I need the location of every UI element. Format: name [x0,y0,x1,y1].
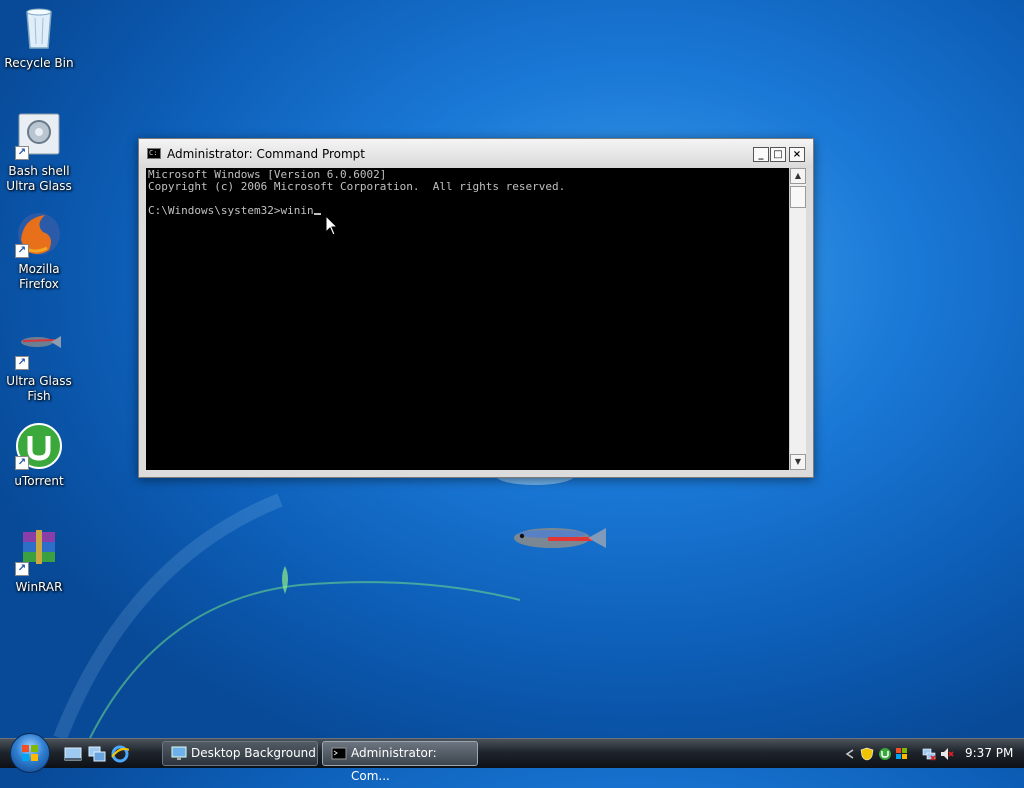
taskbar-button-desktop-background[interactable]: Desktop Background [162,741,318,766]
mouse-pointer-icon [325,215,339,236]
desktop-icon-utorrent[interactable]: ↗ uTorrent [0,422,78,489]
desktop-icon-label: uTorrent [14,474,64,488]
taskbar-button-label: Administrator: Com... [351,746,437,783]
console-output[interactable]: Microsoft Windows [Version 6.0.6002] Copy… [146,168,806,470]
windows-update-icon[interactable] [895,747,909,761]
desktop-icon-label: Mozilla Firefox [18,262,60,291]
utorrent-tray-icon[interactable] [878,747,892,761]
taskbar-button-command-prompt[interactable]: Administrator: Com... [322,741,478,783]
windows-logo-icon [22,745,38,761]
window-titlebar[interactable]: C: Administrator: Command Prompt _ □ × [139,139,813,168]
desktop-icon-bash-shell[interactable]: ↗ Bash shell Ultra Glass [0,112,78,194]
network-icon[interactable] [922,747,936,761]
internet-explorer-icon[interactable] [111,745,129,763]
desktop-icon-label: WinRAR [15,580,63,594]
scrollbar-thumb[interactable] [790,186,806,208]
firefox-icon: ↗ [15,210,63,258]
text-cursor [313,213,321,215]
display-settings-icon [171,746,187,760]
winrar-icon: ↗ [15,528,63,576]
desktop-icon-label: Recycle Bin [4,56,74,70]
command-prompt-icon: C: [147,148,161,159]
scroll-up-icon[interactable]: ▲ [790,168,806,184]
desktop-fish-gadget [514,528,606,548]
shortcut-arrow-icon: ↗ [15,146,29,160]
utorrent-icon: ↗ [15,422,63,470]
switch-windows-icon[interactable] [88,745,106,763]
console-text: Microsoft Windows [Version 6.0.6002] Copy… [148,169,565,217]
shortcut-arrow-icon: ↗ [15,456,29,470]
maximize-button[interactable]: □ [770,147,786,162]
console-prompt-line[interactable]: C:\Windows\system32>winin [148,205,565,217]
console-line: Copyright (c) 2006 Microsoft Corporation… [148,180,566,193]
start-button[interactable] [10,733,50,773]
bash-shell-icon: ↗ [15,112,63,160]
taskbar-button-label: Desktop Background [191,746,316,760]
clock[interactable]: 9:37 PM [965,746,1013,760]
shortcut-arrow-icon: ↗ [15,356,29,370]
desktop-icon-label: Bash shell Ultra Glass [6,164,72,193]
security-shield-icon[interactable] [860,747,874,761]
taskbar: Desktop Background Administrator: Com...… [0,733,1024,783]
volume-muted-icon[interactable] [940,747,954,761]
show-desktop-icon[interactable] [64,745,82,763]
notification-arrow-icon[interactable] [843,747,857,761]
desktop: Recycle Bin ↗ Bash shell Ultra Glass ↗ M… [0,0,1024,738]
shortcut-arrow-icon: ↗ [15,562,29,576]
desktop-icon-recycle-bin[interactable]: Recycle Bin [0,4,78,71]
command-prompt-icon [331,747,347,760]
desktop-icon-winrar[interactable]: ↗ WinRAR [0,528,78,595]
console-command-text: C:\Windows\system32>winin [148,204,314,217]
scroll-down-icon[interactable]: ▼ [790,454,806,470]
shortcut-arrow-icon: ↗ [15,244,29,258]
desktop-icon-label: Ultra Glass Fish [6,374,72,403]
desktop-icon-ultra-glass-fish[interactable]: ↗ Ultra Glass Fish [0,322,78,404]
desktop-icon-firefox[interactable]: ↗ Mozilla Firefox [0,210,78,292]
fish-icon: ↗ [15,322,63,370]
close-button[interactable]: × [789,147,805,162]
minimize-button[interactable]: _ [753,147,769,162]
recycle-bin-icon [15,4,63,52]
command-prompt-window[interactable]: C: Administrator: Command Prompt _ □ × M… [138,138,814,478]
vertical-scrollbar[interactable]: ▲ ▼ [789,168,806,470]
window-title: Administrator: Command Prompt [167,147,365,161]
